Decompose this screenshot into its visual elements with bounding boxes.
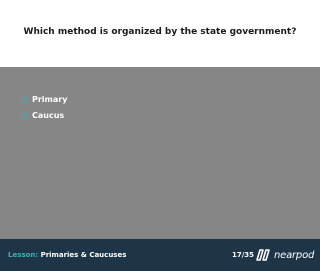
footer-bar: Lesson: Primaries & Caucuses 17/35 nearp…: [0, 239, 320, 271]
question-text: Which method is organized by the state g…: [23, 27, 297, 37]
answer-option-caucus[interactable]: Caucus: [21, 109, 64, 121]
answer-option-label[interactable]: Primary: [32, 95, 67, 104]
answer-option-primary[interactable]: Primary: [21, 93, 67, 105]
nearpod-logo-text: nearpod: [274, 249, 315, 261]
lesson-name: Primaries & Caucuses: [40, 251, 127, 259]
nearpod-logo-icon: [256, 249, 270, 261]
lesson-prefix: Lesson:: [8, 251, 39, 259]
radio-circle-icon[interactable]: [21, 113, 28, 120]
lesson-title: Lesson: Primaries & Caucuses: [8, 251, 126, 259]
question-panel: Which method is organized by the state g…: [0, 0, 320, 67]
answers-panel: Primary Caucus: [0, 67, 320, 239]
answer-option-label[interactable]: Caucus: [32, 111, 64, 120]
radio-circle-icon[interactable]: [21, 97, 28, 104]
nearpod-logo: nearpod: [254, 247, 314, 263]
page-counter: 17/35: [232, 251, 255, 259]
